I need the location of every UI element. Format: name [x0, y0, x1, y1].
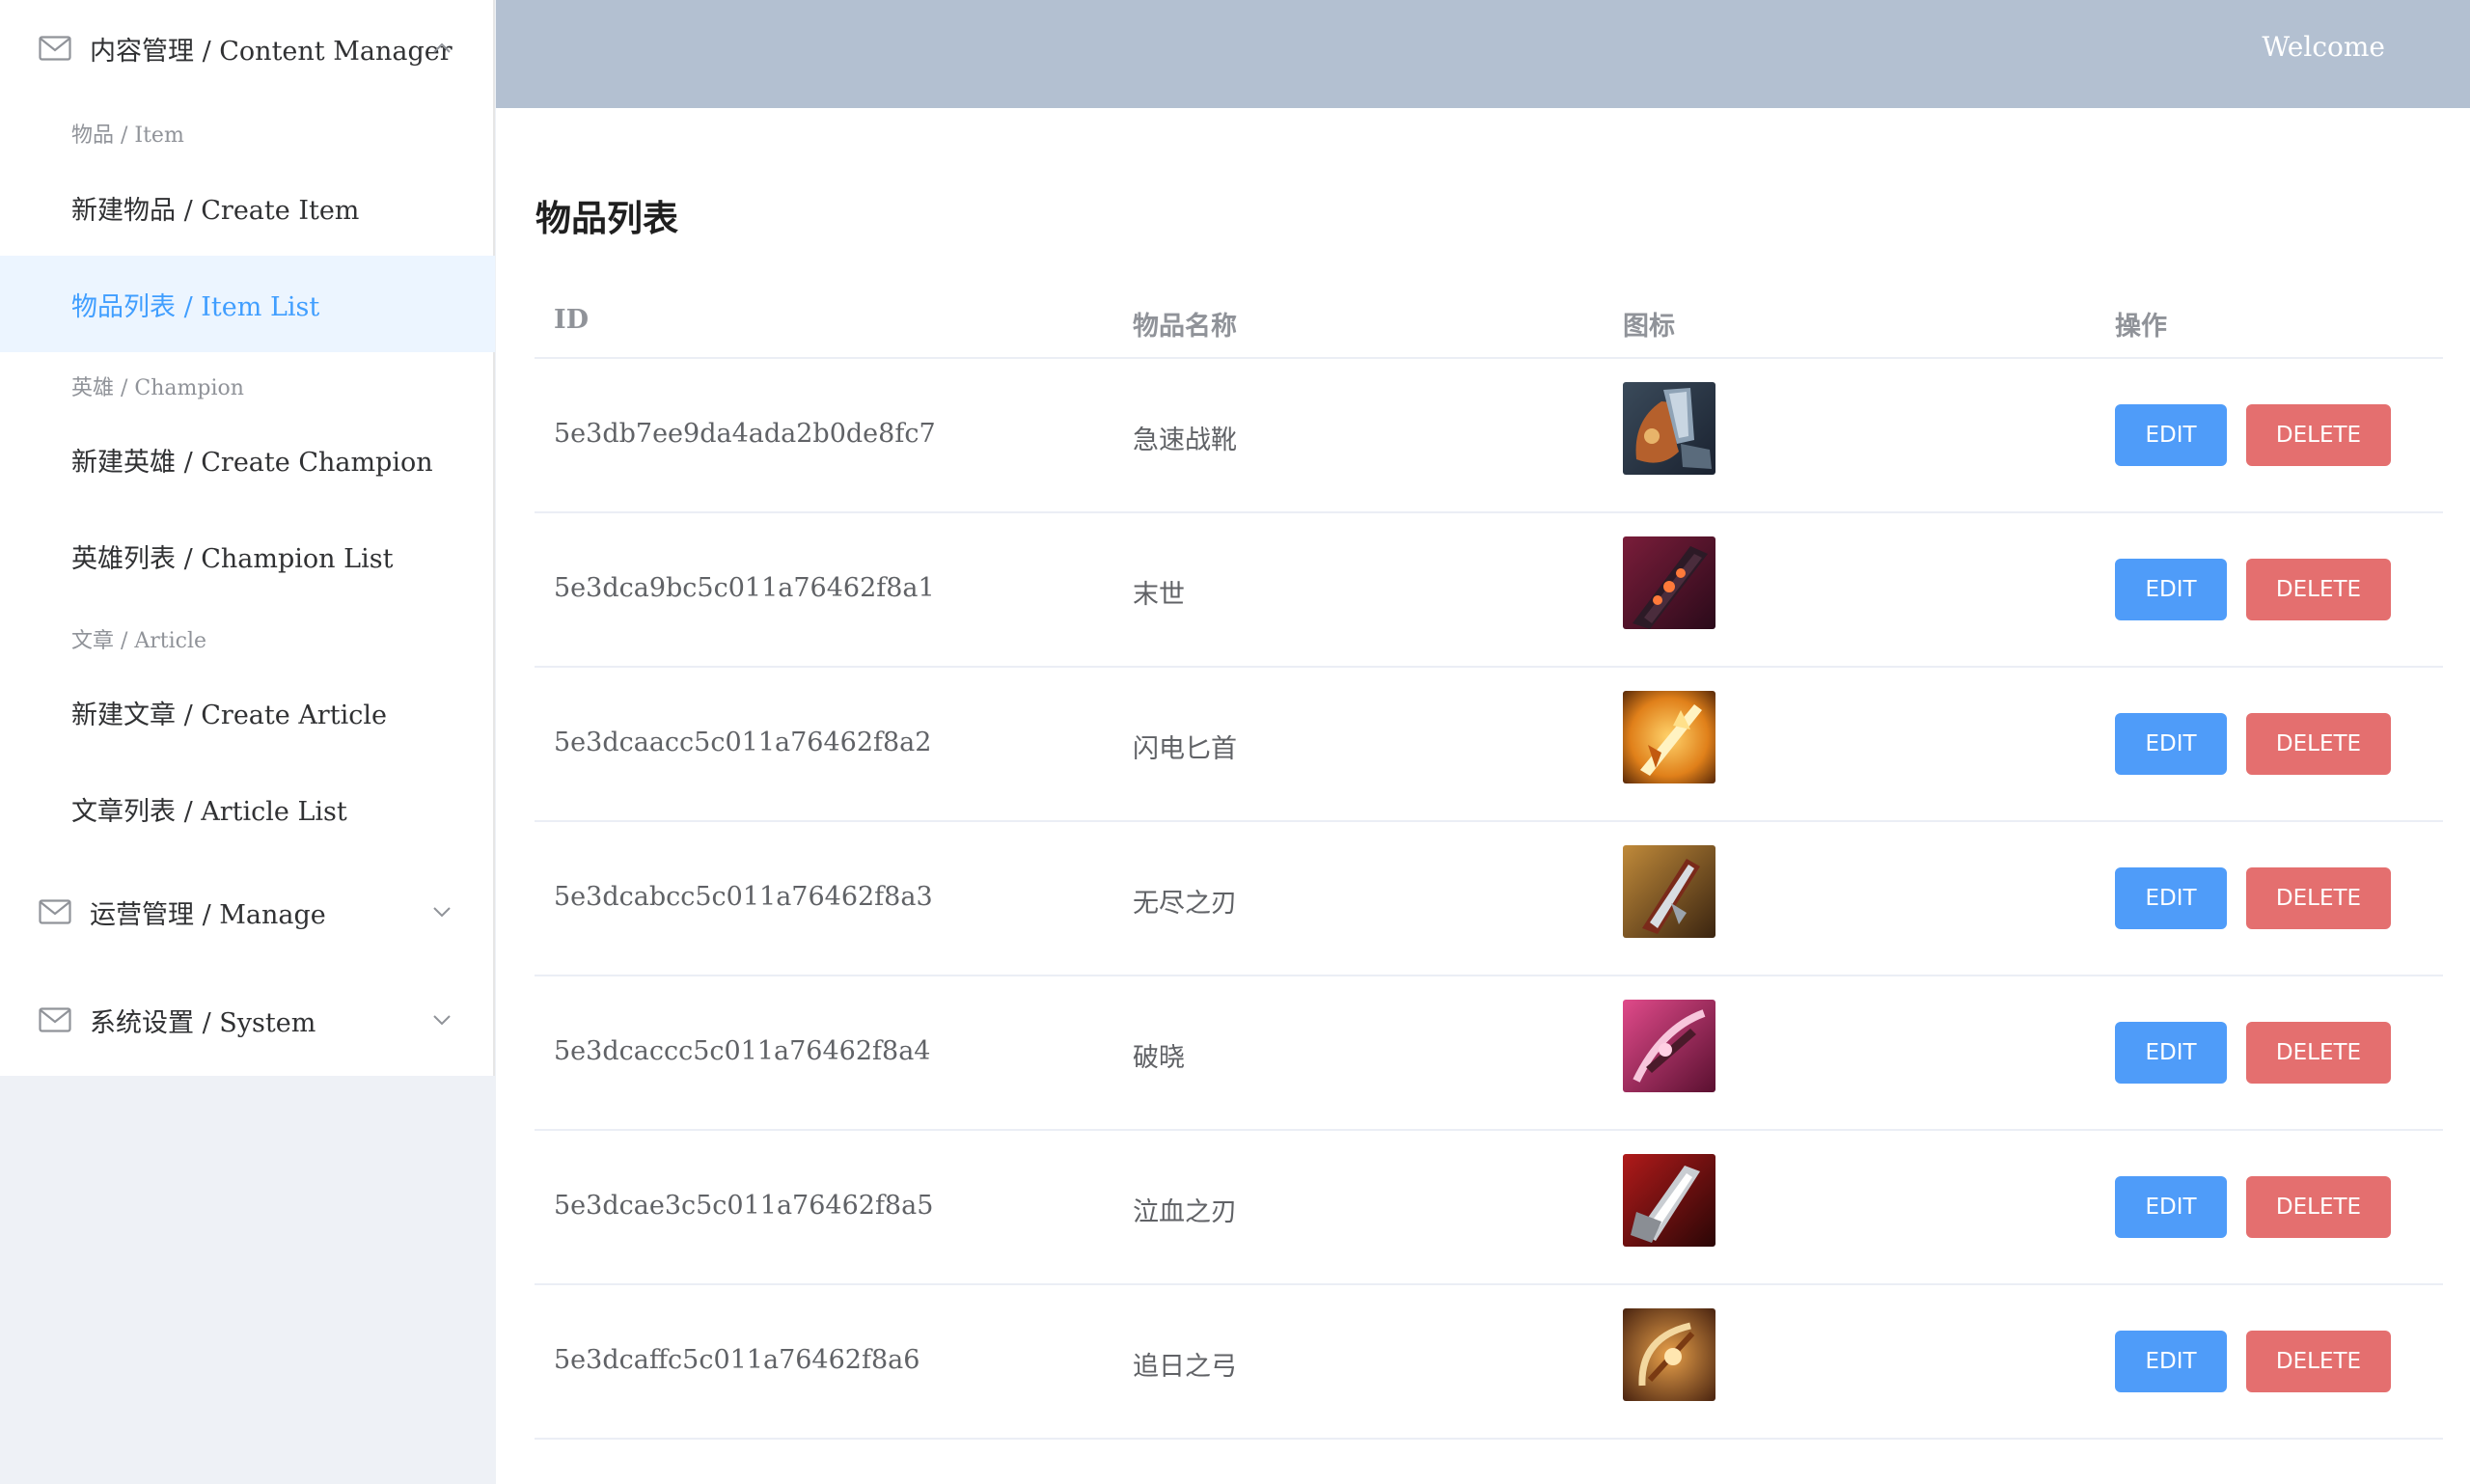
- sidebar: 内容管理 / Content Manager 物品 / Item 新建物品 / …: [0, 0, 496, 1484]
- column-header-id: ID: [554, 305, 590, 335]
- table-row: 5e3dcaccc5c011a76462f8a4 破晓 EDIT DELETE: [535, 976, 2443, 1131]
- edit-button[interactable]: EDIT: [2115, 867, 2227, 929]
- delete-button[interactable]: DELETE: [2246, 404, 2391, 466]
- item-name: 无尽之刃: [1133, 889, 1237, 919]
- edit-button[interactable]: EDIT: [2115, 559, 2227, 620]
- lightning-dagger-item-icon: [1623, 691, 1715, 783]
- item-id: 5e3dcaccc5c011a76462f8a4: [554, 1036, 931, 1066]
- table-row: 5e3dcaffc5c011a76462f8a6 追日之弓 EDIT DELET…: [535, 1285, 2443, 1440]
- app: 内容管理 / Content Manager 物品 / Item 新建物品 / …: [0, 0, 2470, 1484]
- item-id: 5e3db7ee9da4ada2b0de8fc7: [554, 419, 936, 449]
- item-name: 泣血之刃: [1133, 1197, 1237, 1227]
- sidebar-menu: 内容管理 / Content Manager 物品 / Item 新建物品 / …: [0, 0, 495, 1076]
- dawn-bow-item-icon: [1623, 1000, 1715, 1092]
- menu-item-champion-list[interactable]: 英雄列表 / Champion List: [0, 508, 495, 604]
- item-id: 5e3dcaacc5c011a76462f8a2: [554, 728, 932, 757]
- infinity-blade-item-icon: [1623, 845, 1715, 938]
- item-id: 5e3dca9bc5c011a76462f8a1: [554, 573, 935, 603]
- chevron-up-icon: [433, 42, 451, 53]
- top-header: Welcome: [496, 0, 2470, 108]
- edit-button[interactable]: EDIT: [2115, 404, 2227, 466]
- menu-item-article-list[interactable]: 文章列表 / Article List: [0, 760, 495, 857]
- group-title-champion: 英雄 / Champion: [71, 376, 244, 400]
- item-table: ID 物品名称 图标 操作 5e3db7ee9da4ada2b0de8fc7 急…: [535, 274, 2443, 1440]
- boots-item-icon: [1623, 382, 1715, 475]
- item-name: 急速战靴: [1133, 426, 1237, 455]
- mail-icon: [39, 1007, 71, 1032]
- item-name: 末世: [1133, 580, 1185, 610]
- edit-button[interactable]: EDIT: [2115, 1331, 2227, 1392]
- item-id: 5e3dcabcc5c011a76462f8a3: [554, 882, 933, 912]
- menu-item-create-article[interactable]: 新建文章 / Create Article: [0, 664, 495, 760]
- submenu-manage-label: 运营管理 / Manage: [90, 899, 326, 930]
- sun-chaser-bow-item-icon: [1623, 1308, 1715, 1401]
- item-name: 破晓: [1133, 1043, 1185, 1073]
- chevron-down-icon: [433, 907, 451, 918]
- edit-button[interactable]: EDIT: [2115, 713, 2227, 775]
- submenu-system-label: 系统设置 / System: [90, 1007, 316, 1038]
- menu-item-create-champion[interactable]: 新建英雄 / Create Champion: [0, 411, 495, 508]
- delete-button[interactable]: DELETE: [2246, 713, 2391, 775]
- table-row: 5e3dcae3c5c011a76462f8a5 泣血之刃 EDIT DELET…: [535, 1131, 2443, 1285]
- edit-button[interactable]: EDIT: [2115, 1176, 2227, 1238]
- delete-button[interactable]: DELETE: [2246, 1176, 2391, 1238]
- page-title: 物品列表: [535, 197, 678, 239]
- menu-item-item-list[interactable]: 物品列表 / Item List: [0, 256, 495, 352]
- group-title-item: 物品 / Item: [71, 124, 184, 148]
- table-row: 5e3dcaacc5c011a76462f8a2 闪电匕首 EDIT DELET…: [535, 668, 2443, 822]
- item-id: 5e3dcaffc5c011a76462f8a6: [554, 1345, 920, 1375]
- doom-blade-item-icon: [1623, 536, 1715, 629]
- mail-icon: [39, 899, 71, 924]
- submenu-content-manager-label: 内容管理 / Content Manager: [90, 36, 453, 67]
- table-row: 5e3dca9bc5c011a76462f8a1 末世 EDIT DELETE: [535, 513, 2443, 668]
- delete-button[interactable]: DELETE: [2246, 867, 2391, 929]
- delete-button[interactable]: DELETE: [2246, 1331, 2391, 1392]
- table-header: ID 物品名称 图标 操作: [535, 274, 2443, 359]
- main-content: 物品列表 ID 物品名称 图标 操作 5e3db7ee9da4ada2b0de8…: [496, 108, 2470, 1484]
- table-row: 5e3db7ee9da4ada2b0de8fc7 急速战靴 EDIT DELET…: [535, 359, 2443, 513]
- mail-icon: [39, 36, 71, 61]
- item-id: 5e3dcae3c5c011a76462f8a5: [554, 1191, 934, 1221]
- item-name: 追日之弓: [1133, 1352, 1237, 1382]
- column-header-icon: 图标: [1623, 312, 1675, 342]
- submenu-manage[interactable]: 运营管理 / Manage: [0, 864, 495, 960]
- column-header-actions: 操作: [2115, 312, 2167, 342]
- submenu-system[interactable]: 系统设置 / System: [0, 972, 495, 1068]
- table-row: 5e3dcabcc5c011a76462f8a3 无尽之刃 EDIT DELET…: [535, 822, 2443, 976]
- delete-button[interactable]: DELETE: [2246, 559, 2391, 620]
- chevron-down-icon: [433, 1015, 451, 1026]
- item-name: 闪电匕首: [1133, 734, 1237, 764]
- edit-button[interactable]: EDIT: [2115, 1022, 2227, 1084]
- delete-button[interactable]: DELETE: [2246, 1022, 2391, 1084]
- column-header-name: 物品名称: [1133, 312, 1237, 342]
- welcome-text: Welcome: [2262, 31, 2385, 63]
- submenu-content-manager[interactable]: 内容管理 / Content Manager: [0, 0, 495, 96]
- group-title-article: 文章 / Article: [71, 629, 207, 653]
- bloodweeping-blade-item-icon: [1623, 1154, 1715, 1247]
- menu-item-create-item[interactable]: 新建物品 / Create Item: [0, 159, 495, 256]
